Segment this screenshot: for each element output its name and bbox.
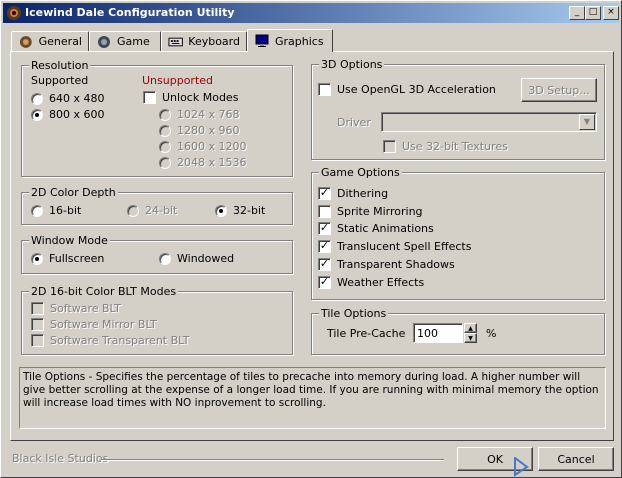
window-mode-legend: Window Mode	[29, 234, 110, 247]
maximize-button[interactable]: □	[585, 6, 601, 20]
close-button[interactable]: ×	[603, 6, 619, 20]
tab-label: Keyboard	[188, 35, 240, 48]
title-bar[interactable]: Icewind Dale Configuration Utility _ □ ×	[3, 3, 619, 23]
game-icon	[98, 35, 110, 48]
cursor-icon	[514, 457, 529, 477]
supported-label: Supported	[31, 74, 89, 87]
config-window: Icewind Dale Configuration Utility _ □ ×…	[0, 0, 622, 478]
footer-divider	[101, 459, 444, 461]
driver-label: Driver	[337, 116, 371, 129]
tile-options-legend: Tile Options	[319, 307, 389, 320]
blt-modes-legend: 2D 16-bit Color BLT Modes	[29, 285, 179, 298]
tile-precache-label: Tile Pre-Cache	[327, 327, 406, 340]
tile-precache-input[interactable]: 100	[413, 323, 463, 343]
software-transparent-blt-checkbox[interactable]: Software Transparent BLT	[31, 334, 190, 347]
windowed-radio[interactable]: Windowed	[159, 252, 234, 265]
fullscreen-radio[interactable]: Fullscreen	[31, 252, 104, 265]
depth-24-radio[interactable]: 24-bit	[127, 204, 177, 217]
tab-label: Graphics	[275, 34, 324, 48]
tab-label: Game	[117, 35, 150, 48]
tab-general[interactable]: General	[11, 31, 89, 51]
company-label: Black Isle Studios	[12, 452, 109, 465]
3d-setup-button[interactable]: 3D Setup...	[521, 78, 597, 102]
res-1024-radio[interactable]: 1024 x 768	[159, 108, 240, 121]
transparent-shadows-checkbox[interactable]: ✓ Transparent Shadows	[318, 258, 455, 271]
tab-keyboard[interactable]: Keyboard	[161, 31, 247, 51]
software-blt-checkbox[interactable]: Software BLT	[31, 302, 121, 315]
driver-select[interactable]: ▼	[381, 112, 597, 132]
depth-32-radio[interactable]: 32-bit	[215, 204, 265, 217]
static-animations-checkbox[interactable]: ✓ Static Animations	[318, 222, 434, 235]
spin-down-button[interactable]: ▼	[464, 333, 477, 343]
tab-game[interactable]: Game	[89, 31, 161, 51]
tab-graphics[interactable]: Graphics	[247, 29, 333, 52]
32bit-textures-checkbox[interactable]: Use 32-bit Textures	[383, 140, 508, 153]
res-1600-radio[interactable]: 1600 x 1200	[159, 140, 247, 153]
radio-indicator	[31, 108, 43, 121]
software-mirror-blt-checkbox[interactable]: Software Mirror BLT	[31, 318, 157, 331]
game-options-legend: Game Options	[319, 166, 402, 179]
opengl-checkbox[interactable]: Use OpenGL 3D Acceleration	[318, 83, 496, 96]
spin-up-button[interactable]: ▲	[464, 323, 477, 333]
options-3d-legend: 3D Options	[319, 58, 385, 71]
keyboard-icon	[168, 37, 183, 46]
general-icon	[19, 35, 32, 48]
res-640-radio[interactable]: 640 x 480	[31, 92, 105, 105]
radio-indicator	[31, 92, 43, 105]
res-800-radio[interactable]: 800 x 600	[31, 108, 105, 121]
depth-16-radio[interactable]: 16-bit	[31, 204, 81, 217]
tile-precache-value: 100	[417, 327, 438, 340]
unsupported-label: Unsupported	[142, 74, 214, 87]
sprite-mirroring-checkbox[interactable]: Sprite Mirroring	[318, 205, 423, 218]
color-depth-legend: 2D Color Depth	[29, 186, 118, 199]
weather-effects-checkbox[interactable]: ✓ Weather Effects	[318, 276, 424, 289]
checkbox-indicator	[143, 91, 156, 104]
app-icon	[7, 6, 21, 20]
dithering-checkbox[interactable]: ✓ Dithering	[318, 187, 388, 200]
cancel-button[interactable]: Cancel	[538, 447, 614, 471]
chevron-down-icon[interactable]: ▼	[579, 114, 595, 130]
percent-label: %	[486, 327, 497, 340]
res-1280-radio[interactable]: 1280 x 960	[159, 124, 240, 137]
unlock-modes-checkbox[interactable]: Unlock Modes	[143, 91, 238, 104]
translucent-spell-effects-checkbox[interactable]: ✓ Translucent Spell Effects	[318, 240, 471, 253]
minimize-button[interactable]: _	[569, 6, 585, 20]
resolution-legend: Resolution	[29, 59, 91, 72]
tab-label: General	[38, 35, 82, 48]
description-text: Tile Options - Specifies the percentage …	[19, 367, 606, 429]
window-title: Icewind Dale Configuration Utility	[25, 6, 235, 19]
res-2048-radio[interactable]: 2048 x 1536	[159, 156, 247, 169]
monitor-icon	[255, 34, 269, 47]
